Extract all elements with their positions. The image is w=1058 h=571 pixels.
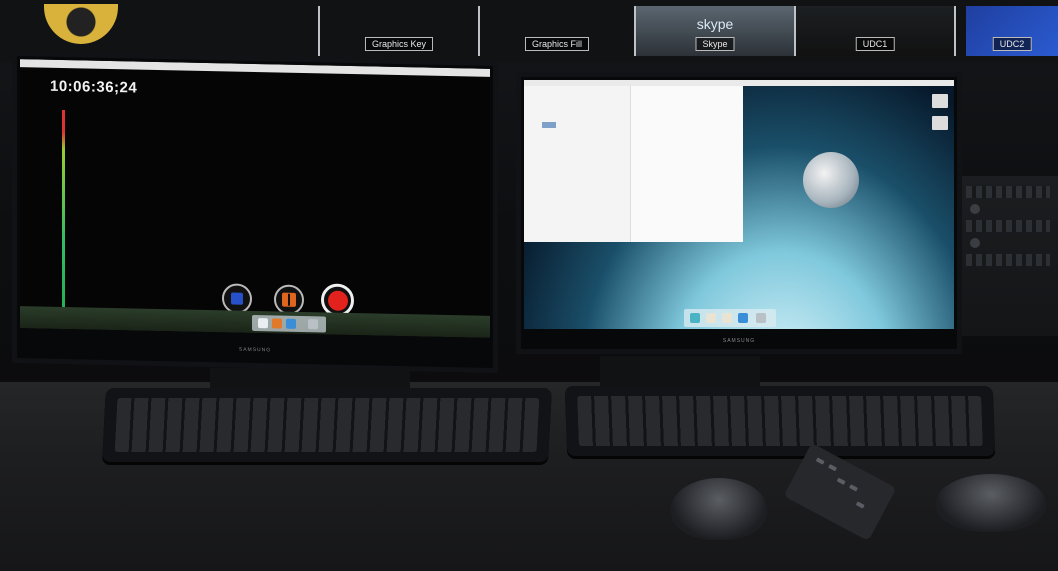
preview-pane [630, 86, 743, 242]
remote-button [849, 484, 858, 492]
mv-tile-graphics-key: Graphics Key [320, 6, 480, 56]
mv-tile-blank [0, 6, 320, 56]
left-monitor: 10:06:36;24 SAMSUNG [12, 50, 498, 374]
timecode-display: 10:06:36;24 [50, 77, 138, 97]
mv-tile-udc2: UDC2 [966, 6, 1058, 56]
mouse[interactable] [936, 474, 1046, 532]
pause-button[interactable] [274, 284, 304, 316]
multiviewer-wall: Graphics Key Graphics Fill skype Skype U… [0, 0, 1058, 62]
rack-knob [970, 204, 980, 214]
monitor-brand: SAMSUNG [722, 338, 756, 344]
app-dock [684, 309, 776, 327]
drive-icon[interactable] [932, 116, 948, 130]
trash-icon[interactable] [308, 319, 318, 330]
app-icon[interactable] [272, 318, 282, 329]
mv-label-udc1: UDC1 [855, 37, 895, 51]
equipment-rack [958, 176, 1058, 336]
trash-icon[interactable] [756, 313, 766, 323]
safari-icon[interactable] [738, 313, 748, 323]
right-monitor: SAMSUNG [516, 72, 962, 354]
mv-label-skype: Skype [695, 37, 735, 51]
mv-label-graphics-fill: Graphics Fill [524, 37, 590, 51]
mv-tile-udc1: UDC1 [796, 6, 956, 56]
desktop-screen [524, 80, 954, 329]
monitor-brand: SAMSUNG [238, 346, 272, 354]
keyboard-keys [114, 398, 540, 452]
mv-tile-skype: skype Skype [636, 6, 796, 56]
mv-label-graphics-key: Graphics Key [364, 37, 434, 51]
stop-icon [231, 292, 243, 305]
wallpaper-planet [803, 152, 859, 208]
rack-knob [970, 238, 980, 248]
mv-label-udc2: UDC2 [992, 37, 1032, 51]
finder-window[interactable] [524, 86, 743, 242]
photo-scene: Graphics Key Graphics Fill skype Skype U… [0, 0, 1058, 571]
left-monitor-stand [210, 368, 410, 388]
safari-icon[interactable] [286, 318, 296, 329]
remote-button [815, 457, 825, 465]
mv-tile-graphics-fill: Graphics Fill [480, 6, 636, 56]
pause-icon [282, 292, 296, 307]
audio-level-meter [62, 109, 65, 331]
app-icon[interactable] [706, 313, 716, 323]
desktop-taskbar [20, 306, 490, 338]
remote-button [828, 464, 838, 472]
remote-button [836, 477, 846, 485]
remote-button [855, 501, 865, 509]
mouse[interactable] [671, 478, 767, 540]
app-icon[interactable] [690, 313, 700, 323]
skype-logo-text: skype [696, 16, 734, 32]
right-keyboard[interactable] [564, 386, 996, 456]
file-item[interactable] [542, 122, 556, 128]
left-keyboard[interactable] [102, 388, 552, 462]
app-dock [252, 314, 326, 333]
rack-row [966, 220, 1050, 232]
window-titlebar [20, 59, 490, 77]
recorder-screen: 10:06:36;24 [20, 59, 490, 338]
stop-button[interactable] [222, 283, 252, 314]
right-monitor-stand [600, 356, 760, 386]
hard-drive-icon[interactable] [932, 94, 948, 108]
app-icon[interactable] [722, 313, 732, 323]
keyboard-keys [577, 396, 983, 446]
rack-row [966, 186, 1050, 198]
finder-icon[interactable] [258, 318, 268, 329]
rack-row [966, 254, 1050, 266]
record-icon [327, 290, 348, 311]
